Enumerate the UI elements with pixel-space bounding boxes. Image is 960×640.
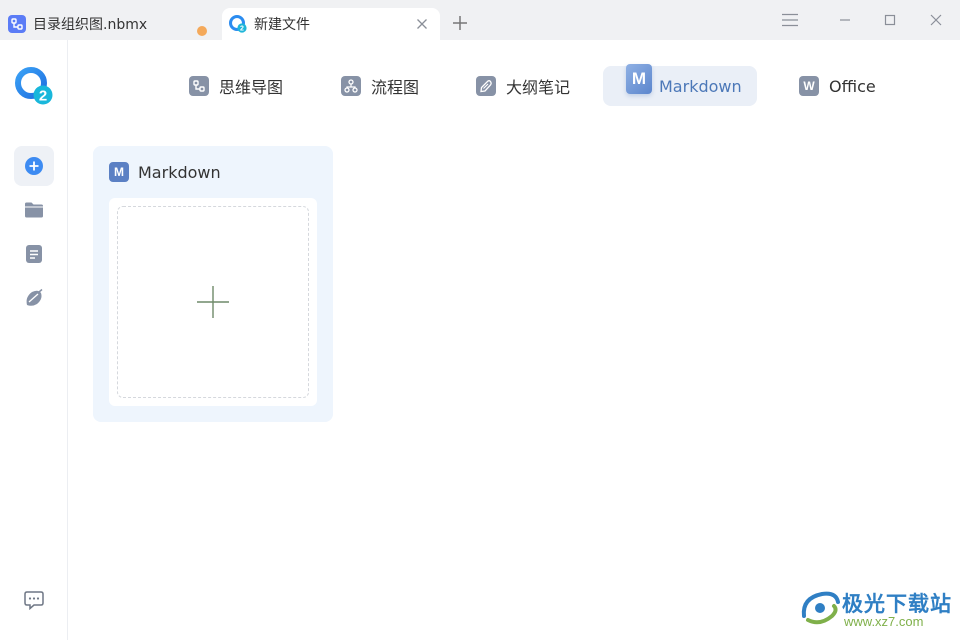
category-label: 大纲笔记 xyxy=(506,78,571,97)
app-logo-icon: 2 xyxy=(229,15,247,33)
new-tab-button[interactable] xyxy=(449,12,471,34)
category-tab-markdown[interactable]: M Markdown xyxy=(603,64,757,106)
sidebar: 2 xyxy=(0,40,68,640)
sidebar-new-button[interactable] xyxy=(14,146,54,186)
sidebar-plugin-button[interactable] xyxy=(14,278,54,318)
minimize-icon xyxy=(840,19,850,21)
mindmap-icon xyxy=(189,76,209,96)
card-header: M Markdown xyxy=(109,160,221,184)
watermark-logo: 极光下载站 www.xz7.com xyxy=(798,586,954,634)
sidebar-folder-button[interactable] xyxy=(14,190,54,230)
outline-note-icon xyxy=(476,76,496,96)
menu-button[interactable] xyxy=(780,10,800,30)
hamburger-menu-icon xyxy=(782,13,798,27)
tab-title: 新建文件 xyxy=(254,17,310,33)
office-icon: W xyxy=(799,76,819,96)
chat-icon xyxy=(24,591,44,610)
template-card-markdown: M Markdown xyxy=(93,146,333,422)
tab-new-file[interactable]: 2 新建文件 xyxy=(222,8,440,40)
add-circle-icon xyxy=(25,157,43,175)
svg-text:2: 2 xyxy=(39,88,47,105)
create-blank-button[interactable] xyxy=(117,206,309,398)
category-tab-flowchart[interactable]: 流程图 xyxy=(341,66,419,106)
category-tab-mindmap[interactable]: 思维导图 xyxy=(189,66,283,106)
card-title: Markdown xyxy=(138,162,221,182)
close-window-button[interactable] xyxy=(926,10,946,30)
maximize-button[interactable] xyxy=(880,10,900,30)
markdown-icon: M xyxy=(109,162,129,182)
tab-title: 目录组织图.nbmx xyxy=(33,17,148,33)
tab-mindmap-file[interactable]: 目录组织图.nbmx xyxy=(0,8,218,40)
category-label: 思维导图 xyxy=(219,78,284,97)
acorn-icon xyxy=(26,288,43,306)
unsaved-indicator xyxy=(197,26,207,36)
minimize-button[interactable] xyxy=(835,10,855,30)
watermark-url: www.xz7.com xyxy=(844,614,924,629)
svg-text:2: 2 xyxy=(240,26,244,33)
close-tab-icon[interactable] xyxy=(414,16,430,32)
flowchart-icon xyxy=(341,76,361,96)
card-body xyxy=(109,198,317,406)
plus-icon xyxy=(453,16,467,30)
maximize-icon xyxy=(884,14,896,26)
document-icon xyxy=(26,245,42,263)
title-bar: 目录组织图.nbmx 2 新建文件 xyxy=(0,0,960,40)
category-tab-outline[interactable]: 大纲笔记 xyxy=(476,66,570,106)
plus-icon xyxy=(197,286,229,318)
mindmap-file-icon xyxy=(8,15,26,33)
sidebar-document-button[interactable] xyxy=(14,234,54,274)
category-label: Markdown xyxy=(659,76,742,96)
category-tab-office[interactable]: W Office xyxy=(799,66,876,106)
app-logo: 2 xyxy=(14,65,54,107)
folder-icon xyxy=(25,202,43,218)
markdown-icon: M xyxy=(626,64,652,94)
sidebar-feedback-button[interactable] xyxy=(14,580,54,620)
close-icon xyxy=(930,14,942,26)
category-label: 流程图 xyxy=(371,78,420,97)
category-label: Office xyxy=(829,76,876,96)
watermark-swirl-icon xyxy=(801,591,840,625)
